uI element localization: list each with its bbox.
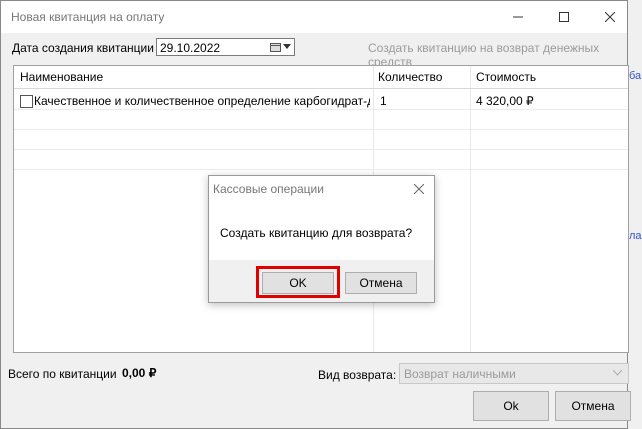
refund-type-select[interactable]: Возврат наличными [399, 363, 629, 384]
row-quantity[interactable]: 1 [380, 94, 387, 108]
cancel-button[interactable]: Отмена [555, 391, 631, 421]
dialog-close-button[interactable] [409, 179, 429, 199]
row-divider [14, 149, 628, 150]
header-divider [14, 88, 628, 89]
minimize-icon [513, 16, 523, 18]
date-label: Дата создания квитанции [12, 41, 154, 55]
row-divider [14, 129, 628, 130]
dialog-title: Кассовые операции [213, 182, 324, 196]
row-cost[interactable]: 4 320,00 ₽ [476, 94, 534, 108]
date-picker[interactable]: 29.10.2022 [156, 38, 295, 56]
calendar-icon [269, 43, 281, 52]
background-link-fragment[interactable]: ла [629, 230, 642, 242]
row-divider [14, 169, 628, 170]
row-name[interactable]: Качественное и количественное определени… [34, 94, 370, 108]
total-value: 0,00 ₽ [122, 366, 157, 380]
refund-type-value: Возврат наличными [404, 367, 516, 381]
close-button[interactable] [587, 5, 633, 29]
minimize-button[interactable] [495, 5, 541, 29]
dialog-cancel-button[interactable]: Отмена [345, 272, 417, 294]
column-header-name[interactable]: Наименование [20, 70, 103, 84]
ok-button[interactable]: Ok [473, 391, 549, 421]
maximize-icon [559, 12, 569, 22]
row-checkbox[interactable] [20, 95, 33, 108]
close-icon [605, 12, 615, 22]
dialog-message: Создать квитанцию для возврата? [220, 226, 413, 240]
title-bar: Новая квитанция на оплату [1, 1, 627, 33]
date-value: 29.10.2022 [160, 41, 221, 55]
total-label: Всего по квитанции [8, 367, 117, 381]
highlight-box [256, 266, 340, 298]
window-title: Новая квитанция на оплату [11, 10, 165, 24]
row-divider [14, 109, 628, 110]
refund-type-label: Вид возврата: [318, 368, 397, 382]
column-header-quantity[interactable]: Количество [378, 70, 442, 84]
background-app-edge [628, 0, 642, 429]
maximize-button[interactable] [541, 5, 587, 29]
close-icon [414, 184, 424, 194]
column-header-cost[interactable]: Стоимость [476, 70, 536, 84]
calendar-dropdown-button[interactable] [267, 40, 293, 54]
chevron-down-icon [282, 44, 291, 49]
chevron-down-icon [613, 370, 622, 376]
background-link-fragment[interactable]: ба [629, 70, 641, 82]
